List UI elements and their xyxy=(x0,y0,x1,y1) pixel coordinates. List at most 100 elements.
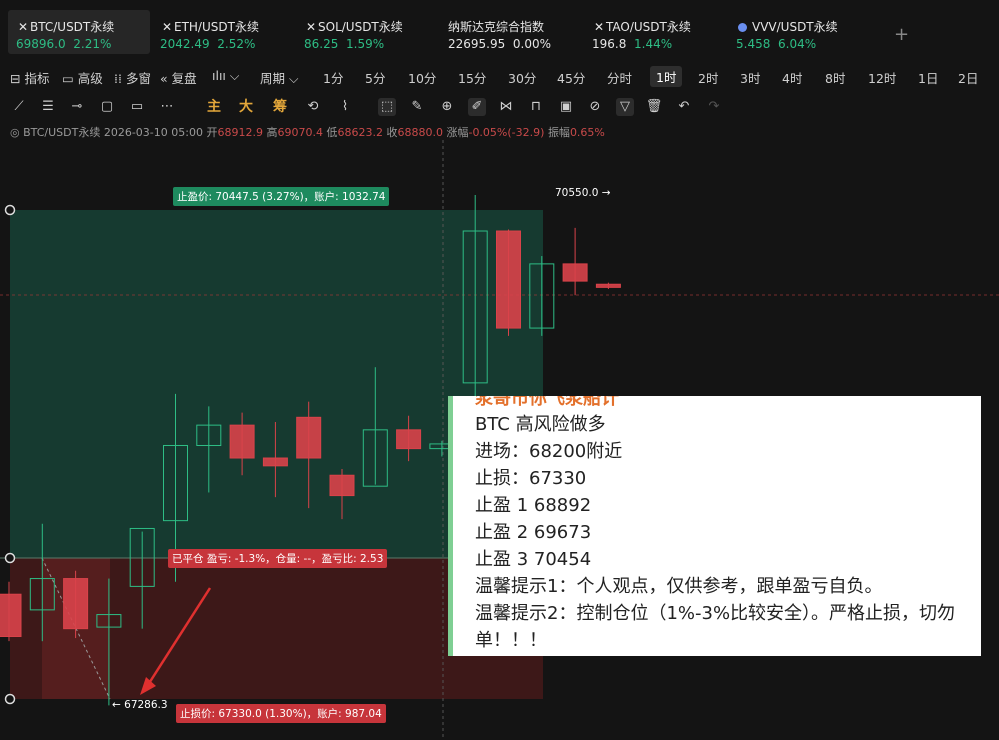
ticker-name: BTC/USDT永续 xyxy=(30,20,115,34)
rectangle-icon[interactable]: ▢ xyxy=(98,98,116,116)
overlay-line: 温馨提示1：个人观点，仅供参考，跟单盈亏自负。 xyxy=(475,576,883,597)
hide-icon[interactable]: ▣ xyxy=(557,98,575,116)
zoom-in-icon[interactable]: ⊕ xyxy=(438,98,456,116)
tp-handle[interactable] xyxy=(4,204,16,216)
interval-10m[interactable]: 10分 xyxy=(408,68,436,87)
measure-icon[interactable]: ▭ xyxy=(128,98,146,116)
amplitude-value: 0.65% xyxy=(569,126,605,139)
interval-12h[interactable]: 12时 xyxy=(868,68,896,87)
ticker-tab-tao[interactable]: ✕ TAO/USDT永续 196.8 1.44% xyxy=(584,10,726,54)
undo-icon[interactable]: ↶ xyxy=(675,98,693,116)
replay-button[interactable]: « 复盘 xyxy=(160,68,197,87)
high-label: 高 xyxy=(266,126,278,139)
sync-icon[interactable]: ⟲ xyxy=(304,98,322,116)
low-label: 低 xyxy=(326,126,338,139)
more-icon[interactable]: ⋯ xyxy=(158,98,176,116)
advanced-button[interactable]: ▭ 高级 xyxy=(62,68,103,87)
parallel-lines-icon[interactable]: ☰ xyxy=(39,98,57,116)
chart-style-button[interactable]: ılıı ⌵ xyxy=(212,68,239,84)
interval-45m[interactable]: 45分 xyxy=(557,68,585,87)
overlay-line: 单！！！ xyxy=(475,630,547,651)
ruler-icon[interactable]: ⌇ xyxy=(336,98,354,116)
pencil-icon[interactable]: ✎ xyxy=(408,98,426,116)
eye-icon[interactable]: ◎ xyxy=(10,126,20,139)
close-label: 收 xyxy=(386,126,398,139)
closed-position-label: 已平仓 盈亏: -1.3%，仓量: --，盈亏比: 2.53 xyxy=(168,549,388,568)
close-value: 68880.0 xyxy=(397,126,443,139)
open-value: 68912.9 xyxy=(217,126,263,139)
chips-button[interactable]: 筹 xyxy=(271,98,289,116)
horizontal-line-icon[interactable]: ⊸ xyxy=(68,98,86,116)
ticker-tab-sol[interactable]: ✕ SOL/USDT永续 86.25 1.59% xyxy=(296,10,438,54)
interval-3h[interactable]: 3时 xyxy=(740,68,760,87)
candle-body xyxy=(129,527,155,587)
candle-body xyxy=(296,416,322,459)
interval-timeshare[interactable]: 分时 xyxy=(607,68,632,87)
period-label: 周期 xyxy=(260,71,286,86)
candle-body xyxy=(462,230,488,384)
drawing-toolbar: ⟋ ☰ ⊸ ▢ ▭ ⋯ 主 大 筹 ⟲ ⌇ ⬚ ✎ ⊕ ✐ ⋈ ⊓ ▣ ⊘ ▽ … xyxy=(0,93,999,119)
overlay-line: 温馨提示2：控制仓位（1%-3%比较安全）。严格止损，切勿 xyxy=(475,603,956,624)
amplitude-label: 振幅 xyxy=(547,126,570,139)
stop-loss-label: 止损价: 67330.0 (1.30%)，账户: 987.04 xyxy=(176,704,386,723)
candle-body xyxy=(262,457,288,467)
link-icon[interactable]: ⊘ xyxy=(586,98,604,116)
filter-icon[interactable]: ▽ xyxy=(616,98,634,116)
take-profit-label: 止盈价: 70447.5 (3.27%)，账户: 1032.74 xyxy=(173,187,390,206)
ticker-price: 22695.95 xyxy=(448,37,506,51)
lock-icon[interactable]: ⊓ xyxy=(527,98,545,116)
period-button[interactable]: 周期 ⌵ xyxy=(260,68,298,87)
magnet-icon[interactable]: ⋈ xyxy=(497,98,515,116)
add-tab-button[interactable]: + xyxy=(894,24,909,45)
indicator-label: 指标 xyxy=(24,71,50,86)
ticker-tab-btc[interactable]: ✕ BTC/USDT永续 69896.0 2.21% xyxy=(8,10,150,54)
multi-window-button[interactable]: ⁞⁞ 多窗 xyxy=(114,68,151,87)
interval-1d[interactable]: 1日 xyxy=(918,68,938,87)
sl-handle[interactable] xyxy=(4,693,16,705)
candle-body xyxy=(595,283,621,288)
ticker-tab-nasdaq[interactable]: 纳斯达克综合指数 22695.95 0.00% xyxy=(440,10,582,54)
ticker-change: 2.21% xyxy=(73,37,112,51)
big-order-button[interactable]: 大 xyxy=(237,98,255,116)
interval-2d[interactable]: 2日 xyxy=(958,68,978,87)
ticker-price: 5.458 xyxy=(736,37,771,51)
candle-body xyxy=(396,429,422,450)
ticker-price: 196.8 xyxy=(592,37,627,51)
trend-line-icon[interactable]: ⟋ xyxy=(10,98,28,116)
interval-4h[interactable]: 4时 xyxy=(782,68,802,87)
candle-body xyxy=(329,474,355,497)
grid-icon: ⁞⁞ xyxy=(114,71,122,86)
ticker-change: 6.04% xyxy=(778,37,817,51)
x-icon: ✕ xyxy=(306,20,317,34)
ticker-tab-eth[interactable]: ✕ ETH/USDT永续 2042.49 2.52% xyxy=(152,10,294,54)
trash-icon[interactable]: 🗑 xyxy=(645,98,663,116)
trade-advice-overlay: 浆哥市你飞浆船计 BTC 高风险做多 进场：68200附近 止损：67330 止… xyxy=(448,396,981,656)
multi-window-label: 多窗 xyxy=(125,71,151,86)
change-label: 涨幅 xyxy=(446,126,469,139)
interval-2h[interactable]: 2时 xyxy=(698,68,718,87)
redo-icon[interactable]: ↷ xyxy=(705,98,723,116)
x-icon: ✕ xyxy=(18,20,29,34)
interval-15m[interactable]: 15分 xyxy=(458,68,486,87)
ohlc-info-line: ◎ BTC/USDT永续 2026-03-10 05:00 开68912.9 高… xyxy=(10,124,605,140)
cursor-icon[interactable]: ⬚ xyxy=(378,98,396,116)
ticker-change: 1.44% xyxy=(634,37,673,51)
entry-handle[interactable] xyxy=(4,552,16,564)
low-value: 68623.2 xyxy=(337,126,383,139)
interval-1m[interactable]: 1分 xyxy=(323,68,343,87)
ticker-change: 1.59% xyxy=(346,37,385,51)
interval-5m[interactable]: 5分 xyxy=(365,68,385,87)
interval-30m[interactable]: 30分 xyxy=(508,68,536,87)
info-time: 2026-03-10 05:00 xyxy=(103,126,203,139)
interval-8h[interactable]: 8时 xyxy=(825,68,845,87)
indicator-button[interactable]: ⊟ 指标 xyxy=(10,68,49,87)
interval-1h[interactable]: 1时 xyxy=(650,66,683,87)
candle-body xyxy=(362,429,388,487)
candle-body xyxy=(196,424,222,446)
main-indicator-button[interactable]: 主 xyxy=(205,98,223,116)
brush-icon[interactable]: ✐ xyxy=(468,98,486,116)
ticker-tab-vvv[interactable]: VVV/USDT永续 5.458 6.04% xyxy=(728,10,870,54)
ticker-name: ETH/USDT永续 xyxy=(174,20,259,34)
candle-body xyxy=(29,578,55,611)
overlay-line: 止盈 2 69673 xyxy=(475,522,592,543)
